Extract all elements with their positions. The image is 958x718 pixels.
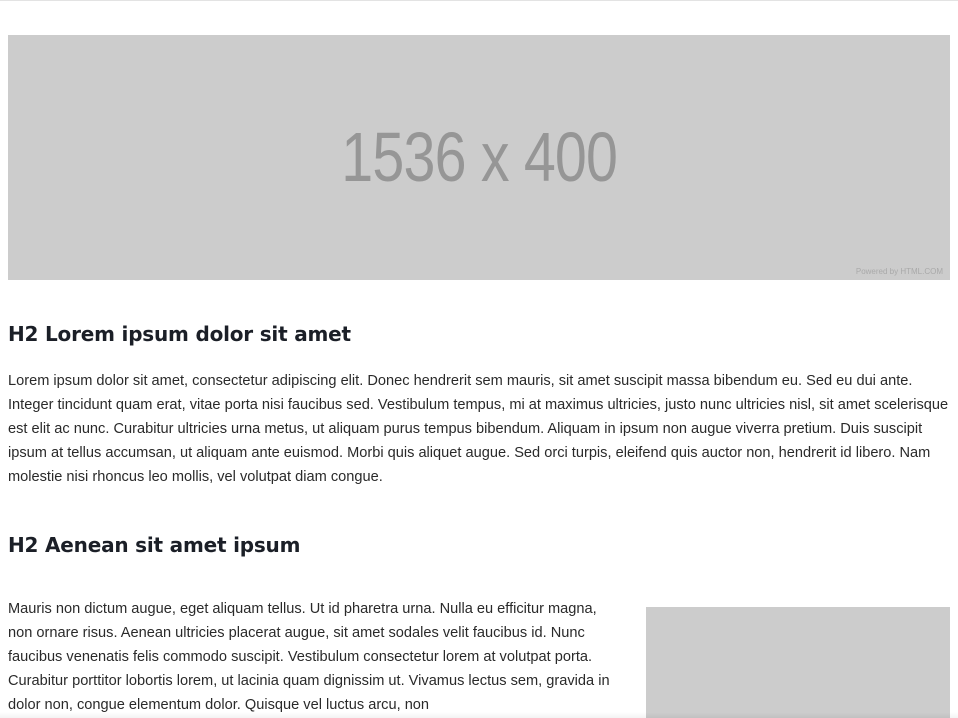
section-1-heading: H2 Lorem ipsum dolor sit amet <box>8 322 351 346</box>
hero-dimensions-text: 1536 x 400 <box>341 118 618 196</box>
bottom-fade <box>0 712 958 718</box>
side-placeholder-image <box>646 607 950 718</box>
section-2-heading: H2 Aenean sit amet ipsum <box>8 533 301 557</box>
section-2-paragraph: Mauris non dictum augue, eget aliquam te… <box>8 601 610 713</box>
hero-dimensions-label: 1536 x 400 <box>8 117 950 197</box>
hero-credit-text: Powered by HTML.COM <box>855 267 943 276</box>
top-divider <box>0 0 958 1</box>
section-1-paragraph: Lorem ipsum dolor sit amet, consectetur … <box>8 373 949 485</box>
hero-placeholder-image: 1536 x 400 Powered by HTML.COM <box>8 35 950 280</box>
